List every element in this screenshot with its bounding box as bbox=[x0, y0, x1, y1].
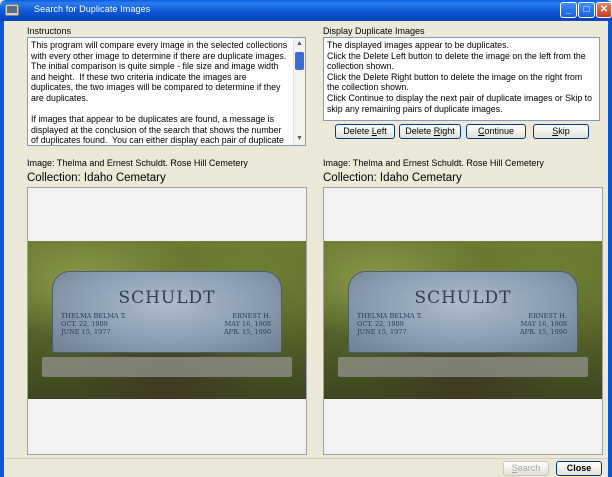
continue-label-rest: ontinue bbox=[484, 126, 515, 136]
app-icon bbox=[5, 4, 19, 16]
maximize-button[interactable]: □ bbox=[578, 2, 595, 18]
left-stone-name: SCHULDT bbox=[118, 288, 216, 308]
left-stone-base bbox=[42, 357, 292, 377]
right-collection-label: Collection: Idaho Cemetary bbox=[323, 172, 462, 184]
left-image-panel[interactable]: SCHULDT THELMA BELMA T. OCT. 22, 1909 JU… bbox=[27, 187, 307, 455]
delete-right-button[interactable]: Delete Right bbox=[399, 124, 461, 139]
display-duplicates-text: The displayed images appear to be duplic… bbox=[327, 40, 593, 114]
right-stone-base bbox=[338, 357, 588, 377]
search-button[interactable]: Search bbox=[503, 461, 549, 476]
search-label-rest: earch bbox=[517, 463, 541, 473]
left-gravestone-image: SCHULDT THELMA BELMA T. OCT. 22, 1909 JU… bbox=[28, 241, 306, 399]
left-stone-inscription-left: THELMA BELMA T. OCT. 22, 1909 JUNE 15, 1… bbox=[61, 312, 127, 336]
right-image-panel[interactable]: SCHULDT THELMA BELMA T. OCT. 22, 1909 JU… bbox=[323, 187, 603, 455]
left-stone-inscription-right: ERNEST H. MAY 16, 1908 APR. 15, 1990 bbox=[223, 312, 271, 336]
delete-left-label-rest: eft bbox=[376, 126, 387, 136]
right-stone-inscription-right: ERNEST H. MAY 16, 1908 APR. 15, 1990 bbox=[519, 312, 567, 336]
scroll-up-icon[interactable]: ▲ bbox=[294, 38, 305, 50]
minimize-button[interactable]: _ bbox=[560, 2, 577, 18]
right-gravestone: SCHULDT THELMA BELMA T. OCT. 22, 1909 JU… bbox=[348, 271, 578, 353]
instructions-scrollbar[interactable]: ▲ ▼ bbox=[293, 38, 305, 145]
minimize-icon: _ bbox=[565, 4, 572, 15]
close-window-button[interactable]: ✕ bbox=[596, 2, 612, 18]
instructions-label: Instructons bbox=[27, 26, 72, 36]
skip-button[interactable]: Skip bbox=[533, 124, 589, 139]
left-collection-label: Collection: Idaho Cemetary bbox=[27, 172, 166, 184]
close-button[interactable]: Close bbox=[556, 461, 602, 476]
right-stone-name: SCHULDT bbox=[414, 288, 512, 308]
right-stone-inscription-left: THELMA BELMA T. OCT. 22, 1909 JUNE 15, 1… bbox=[357, 312, 423, 336]
instructions-text: This program will compare every image in… bbox=[31, 40, 288, 146]
title-bar: Search for Duplicate Images _ □ ✕ bbox=[0, 0, 612, 21]
delete-left-button[interactable]: Delete Left bbox=[335, 124, 395, 139]
maximize-icon: □ bbox=[583, 4, 590, 15]
delete-right-label: Delete bbox=[405, 126, 434, 136]
instructions-textbox[interactable]: This program will compare every image in… bbox=[27, 37, 306, 146]
scroll-down-icon[interactable]: ▼ bbox=[294, 133, 305, 145]
scroll-thumb[interactable] bbox=[295, 52, 304, 70]
delete-right-label-rest: ight bbox=[440, 126, 455, 136]
continue-button[interactable]: Continue bbox=[466, 124, 526, 139]
close-icon: ✕ bbox=[599, 4, 609, 15]
window-frame-right bbox=[608, 21, 612, 477]
window-title: Search for Duplicate Images bbox=[34, 4, 151, 14]
window-frame-left bbox=[0, 21, 4, 477]
right-image-caption: Image: Thelma and Ernest Schuldt. Rose H… bbox=[323, 158, 544, 168]
delete-left-label: Delete bbox=[343, 126, 372, 136]
skip-label-rest: kip bbox=[558, 126, 570, 136]
display-duplicates-label: Display Duplicate Images bbox=[323, 26, 425, 36]
display-duplicates-textbox: The displayed images appear to be duplic… bbox=[323, 37, 600, 121]
left-image-caption: Image: Thelma and Ernest Schuldt. Rose H… bbox=[27, 158, 248, 168]
right-gravestone-image: SCHULDT THELMA BELMA T. OCT. 22, 1909 JU… bbox=[324, 241, 602, 399]
left-gravestone: SCHULDT THELMA BELMA T. OCT. 22, 1909 JU… bbox=[52, 271, 282, 353]
